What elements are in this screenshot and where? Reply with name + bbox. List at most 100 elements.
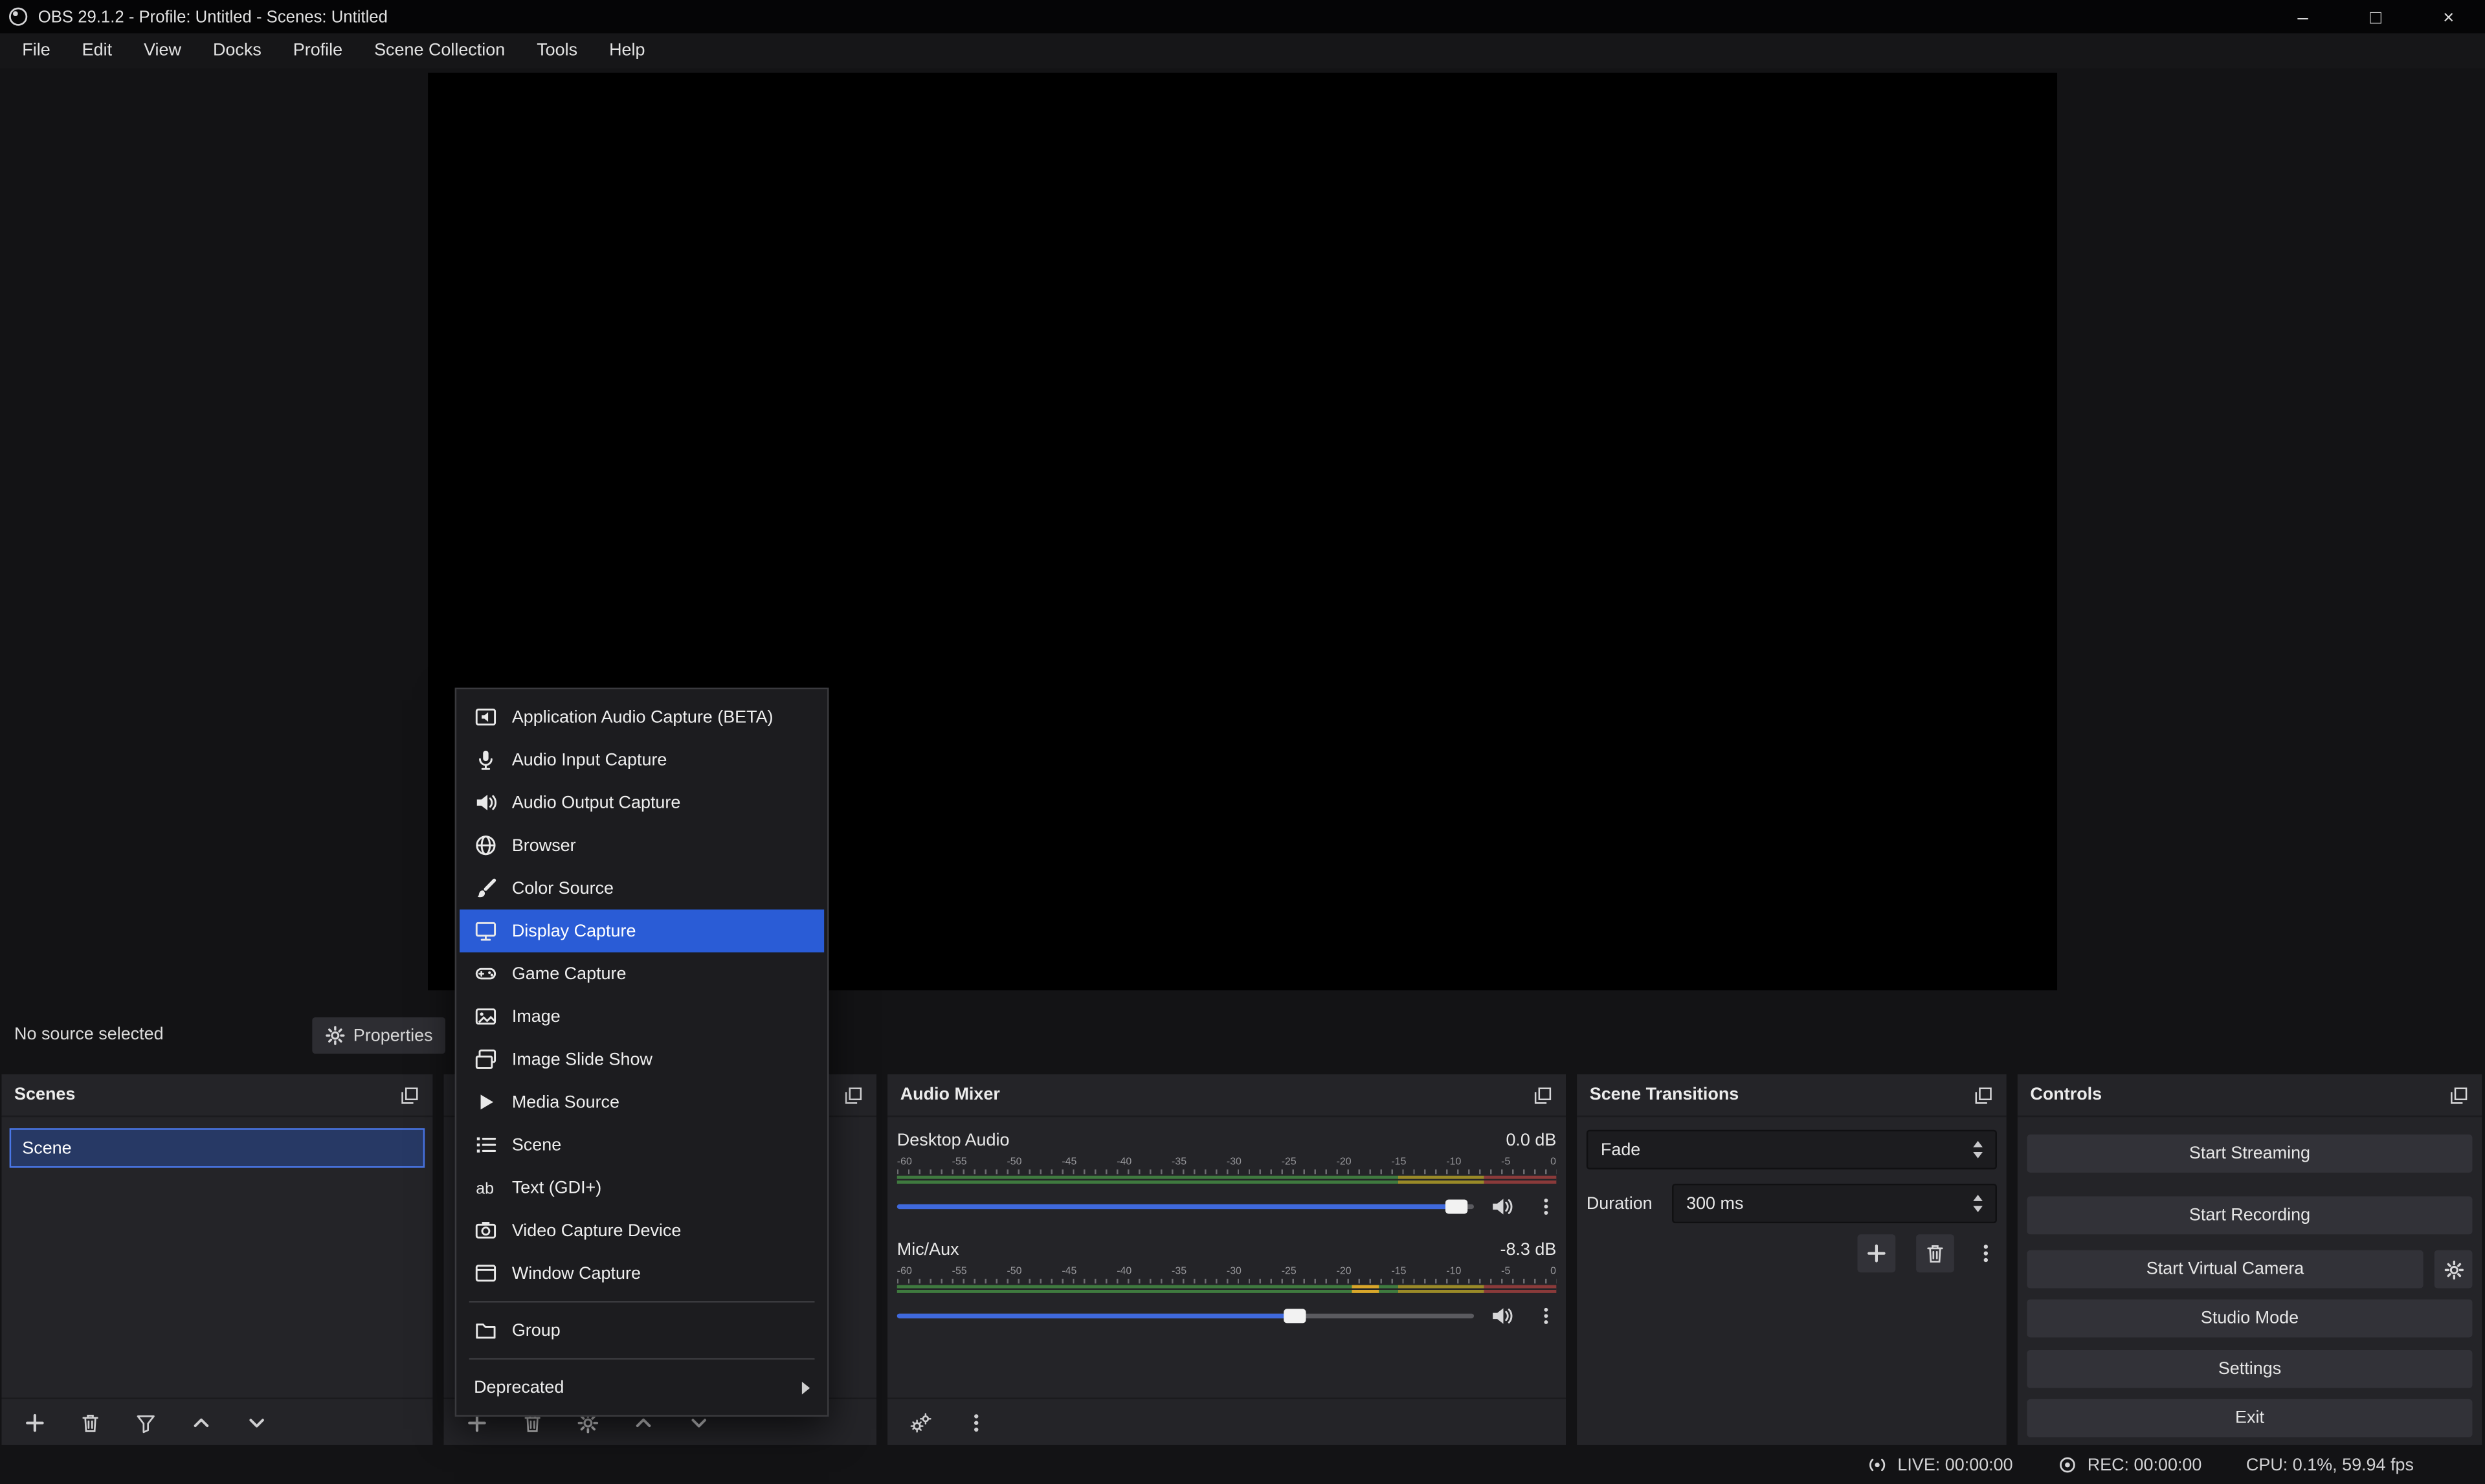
text-icon: ab — [474, 1176, 498, 1200]
audio-output-capture-icon — [474, 791, 498, 815]
studio-mode-button[interactable]: Studio Mode — [2027, 1300, 2473, 1338]
start-virtual-camera-button[interactable]: Start Virtual Camera — [2027, 1250, 2424, 1289]
scene-filters-button[interactable] — [135, 1411, 157, 1433]
menu-item-audio-output-capture[interactable]: Audio Output Capture — [460, 781, 824, 824]
meter-scale-label: -20 — [1337, 1266, 1352, 1279]
menu-item-group[interactable]: Group — [460, 1309, 824, 1351]
spinbox-arrows-icon[interactable] — [1973, 1195, 1983, 1212]
popout-icon[interactable] — [399, 1085, 420, 1105]
meter-scale-label: -15 — [1391, 1157, 1406, 1169]
meter-scale-label: -10 — [1446, 1266, 1461, 1279]
exit-button[interactable]: Exit — [2027, 1399, 2473, 1437]
start-recording-button[interactable]: Start Recording — [2027, 1197, 2473, 1235]
minimize-button[interactable]: – — [2266, 0, 2339, 33]
cpu-fps-stats: CPU: 0.1%, 59.94 fps — [2246, 1456, 2414, 1474]
menu-item-game-capture[interactable]: Game Capture — [460, 952, 824, 995]
scenes-dock-title: Scenes — [14, 1085, 75, 1104]
duration-label: Duration — [1587, 1184, 1653, 1223]
meter-scale-label: -5 — [1501, 1266, 1510, 1279]
menu-item-color-source[interactable]: Color Source — [460, 867, 824, 909]
group-icon — [474, 1318, 498, 1342]
advanced-audio-properties-icon[interactable] — [909, 1411, 931, 1433]
menu-profile[interactable]: Profile — [277, 33, 358, 68]
volume-meter — [897, 1176, 1557, 1184]
transition-menu-icon[interactable] — [1975, 1243, 1997, 1265]
menu-tools[interactable]: Tools — [521, 33, 594, 68]
source-status-text: No source selected — [14, 1014, 164, 1056]
settings-button[interactable]: Settings — [2027, 1350, 2473, 1388]
rec-time: REC: 00:00:00 — [2088, 1456, 2202, 1474]
live-status-icon — [1867, 1455, 1888, 1476]
meter-scale-label: -40 — [1117, 1157, 1131, 1169]
channel-menu-icon[interactable] — [1535, 1195, 1556, 1216]
scene-list-item[interactable]: Scene — [10, 1128, 425, 1168]
slider-handle[interactable] — [1445, 1199, 1467, 1213]
menu-file[interactable]: File — [6, 33, 66, 68]
meter-scale-label: -20 — [1337, 1157, 1352, 1169]
menu-help[interactable]: Help — [594, 33, 661, 68]
meter-scale-label: -5 — [1501, 1157, 1510, 1169]
meter-ticks — [897, 1169, 1557, 1174]
add-transition-button[interactable] — [1858, 1234, 1896, 1272]
menu-view[interactable]: View — [128, 33, 197, 68]
volume-slider[interactable] — [897, 1303, 1474, 1328]
meter-scale-label: -30 — [1227, 1266, 1242, 1279]
menu-item-media-source[interactable]: Media Source — [460, 1081, 824, 1124]
slider-handle[interactable] — [1284, 1309, 1306, 1323]
menu-item-image[interactable]: Image — [460, 995, 824, 1038]
properties-button[interactable]: Properties — [312, 1017, 445, 1054]
display-capture-icon — [474, 919, 498, 943]
menu-item-display-capture[interactable]: Display Capture — [460, 909, 824, 952]
mixer-menu-icon[interactable] — [965, 1411, 987, 1433]
scene-icon — [474, 1133, 498, 1157]
meter-peak-indicator — [1352, 1285, 1379, 1293]
move-scene-up-button[interactable] — [190, 1411, 212, 1433]
menu-item-scene[interactable]: Scene — [460, 1124, 824, 1166]
maximize-button[interactable]: □ — [2339, 0, 2413, 33]
audio-input-capture-icon — [474, 748, 498, 772]
menu-item-audio-input-capture[interactable]: Audio Input Capture — [460, 738, 824, 781]
popout-icon[interactable] — [843, 1085, 864, 1105]
popout-icon[interactable] — [2449, 1085, 2469, 1105]
popout-icon[interactable] — [1533, 1085, 1554, 1105]
transition-select[interactable]: Fade — [1587, 1130, 1997, 1169]
statusbar: LIVE: 00:00:00 REC: 00:00:00 CPU: 0.1%, … — [0, 1445, 2485, 1484]
virtual-camera-settings-button[interactable] — [2435, 1250, 2473, 1289]
audio-mixer-dock: Audio Mixer Desktop Audio 0.0 dB -60-55-… — [887, 1074, 1566, 1445]
meter-scale-label: -10 — [1446, 1157, 1461, 1169]
menu-docks[interactable]: Docks — [197, 33, 277, 68]
channel-menu-icon[interactable] — [1535, 1305, 1556, 1325]
meter-scale-label: -40 — [1117, 1266, 1131, 1279]
menu-item-deprecated[interactable]: Deprecated — [460, 1366, 824, 1409]
duration-spinbox[interactable]: 300 ms — [1672, 1184, 1997, 1223]
combo-arrows-icon — [1973, 1141, 1983, 1158]
volume-slider[interactable] — [897, 1193, 1474, 1219]
menu-edit[interactable]: Edit — [66, 33, 128, 68]
speaker-icon[interactable] — [1489, 1303, 1513, 1327]
speaker-icon[interactable] — [1489, 1194, 1513, 1218]
popout-icon[interactable] — [1973, 1085, 1994, 1105]
meter-scale-label: -45 — [1062, 1157, 1076, 1169]
menu-item-application-audio-capture[interactable]: Application Audio Capture (BETA) — [460, 696, 824, 738]
menu-scene-collection[interactable]: Scene Collection — [359, 33, 521, 68]
meter-scale: -60-55-50-45-40-35-30-25-20-15-10-50 — [897, 1266, 1557, 1279]
menu-item-text-gdi[interactable]: ab Text (GDI+) — [460, 1166, 824, 1209]
start-streaming-button[interactable]: Start Streaming — [2027, 1135, 2473, 1173]
menu-item-image-slide-show[interactable]: Image Slide Show — [460, 1038, 824, 1081]
meter-scale-label: -25 — [1282, 1157, 1297, 1169]
add-scene-button[interactable] — [24, 1411, 46, 1433]
scene-transitions-dock: Scene Transitions Fade Duration 300 ms — [1577, 1074, 2007, 1445]
meter-scale-label: -50 — [1007, 1266, 1021, 1279]
menu-item-video-capture-device[interactable]: Video Capture Device — [460, 1209, 824, 1252]
obs-window: OBS 29.1.2 - Profile: Untitled - Scenes:… — [0, 0, 2485, 1484]
submenu-arrow-icon — [802, 1381, 810, 1394]
mixer-toolbar — [887, 1397, 1566, 1445]
transition-selected-value: Fade — [1601, 1140, 1640, 1159]
audio-mixer-dock-title: Audio Mixer — [900, 1085, 1000, 1104]
remove-scene-button[interactable] — [79, 1411, 101, 1433]
move-scene-down-button[interactable] — [246, 1411, 268, 1433]
menu-item-window-capture[interactable]: Window Capture — [460, 1252, 824, 1294]
menu-item-browser[interactable]: Browser — [460, 824, 824, 867]
close-button[interactable]: × — [2412, 0, 2485, 33]
remove-transition-button[interactable] — [1916, 1234, 1954, 1272]
